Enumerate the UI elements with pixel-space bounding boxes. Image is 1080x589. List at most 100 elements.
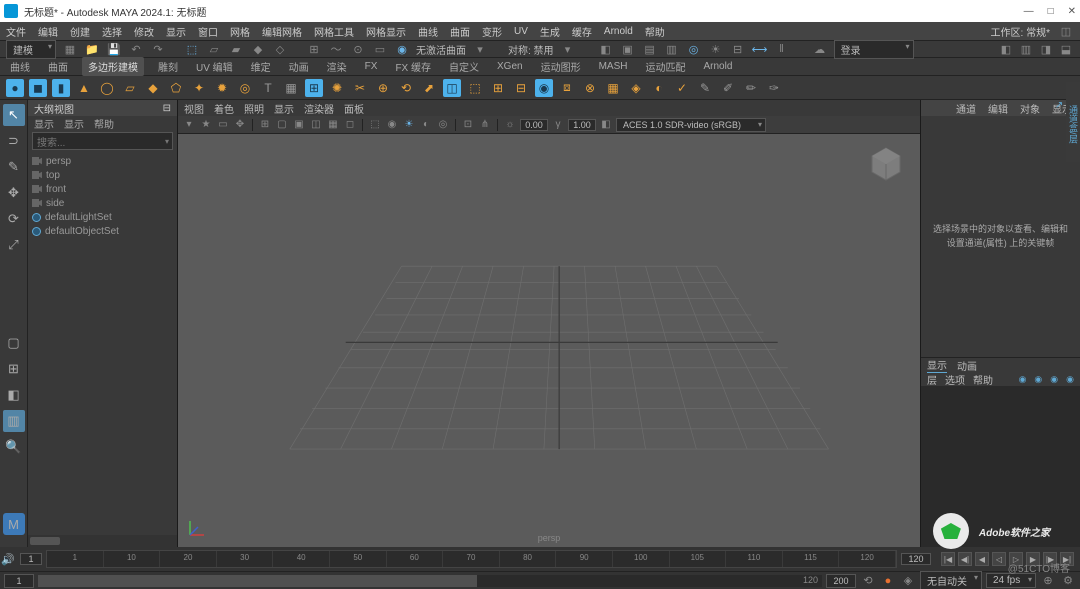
shelf-combine-icon[interactable]: ⊞ — [489, 79, 507, 97]
shelf-pipe-icon[interactable]: ◎ — [236, 79, 254, 97]
play-end-icon[interactable]: ▶| — [1060, 552, 1074, 566]
menu-mesh-tools[interactable]: 网格工具 — [314, 24, 354, 39]
vp-safe-action-icon[interactable]: ◻ — [343, 118, 357, 132]
save-scene-icon[interactable]: 💾 — [106, 41, 122, 57]
vp-field-chart-icon[interactable]: ▦ — [326, 118, 340, 132]
play-fwd-icon[interactable]: ▷ — [1009, 552, 1023, 566]
layout-four-icon[interactable]: ⊞ — [3, 358, 25, 380]
shelf-tab-anim[interactable]: 动画 — [285, 57, 313, 76]
vp-xray-icon[interactable]: ⊡ — [461, 118, 475, 132]
shelf-tab-sculpt[interactable]: 雕刻 — [154, 57, 182, 76]
viewport-canvas[interactable]: persp — [178, 134, 920, 547]
range-key-icon[interactable]: ● — [880, 573, 896, 589]
menu-create[interactable]: 创建 — [70, 24, 90, 39]
outliner-node-side[interactable]: side — [32, 196, 173, 210]
menu-mesh[interactable]: 网格 — [230, 24, 250, 39]
play-next-icon[interactable]: ▶ — [1026, 552, 1040, 566]
attr-tab-object[interactable]: 对象 — [1020, 101, 1040, 116]
minimize-icon[interactable]: — — [1024, 6, 1034, 17]
layer-vis2-icon[interactable]: ◉ — [1034, 374, 1042, 385]
range-loop-icon[interactable]: ⟲ — [860, 573, 876, 589]
outliner-tree[interactable]: persp top front side defaultLightSet def… — [28, 152, 177, 535]
side-tab-strip[interactable]: 通道盒/层 — [1066, 82, 1080, 162]
vp-menu-lighting[interactable]: 照明 — [244, 101, 264, 116]
range-sync-icon[interactable]: ⊕ — [1040, 573, 1056, 589]
sel-face-icon[interactable]: ▰ — [228, 41, 244, 57]
shelf-bridge-icon[interactable]: ⬚ — [466, 79, 484, 97]
vp-bookmark-icon[interactable]: ★ — [199, 118, 213, 132]
menu-select[interactable]: 选择 — [102, 24, 122, 39]
vp-near-input[interactable]: 0.00 — [520, 119, 548, 131]
hypershade-icon[interactable]: ◎ — [686, 41, 702, 57]
outliner-hscrollbar[interactable] — [28, 535, 177, 547]
menu-generate[interactable]: 生成 — [540, 24, 560, 39]
lasso-tool-icon[interactable]: ⊃ — [3, 130, 25, 152]
layout-persp-icon[interactable]: ▥ — [3, 410, 25, 432]
layer-vis4-icon[interactable]: ◉ — [1066, 374, 1074, 385]
range-auto-icon[interactable]: ◈ — [900, 573, 916, 589]
chevron-down-icon[interactable]: ▾ — [472, 41, 488, 57]
menu-uv[interactable]: UV — [514, 26, 528, 37]
shelf-tab-motion[interactable]: 运动图形 — [537, 57, 585, 76]
account-dropdown[interactable]: 登录 — [834, 40, 914, 59]
vp-res-gate-icon[interactable]: ▣ — [292, 118, 306, 132]
panel-left-icon[interactable]: ◧ — [998, 41, 1014, 57]
shelf-extrude-icon[interactable]: ⬈ — [420, 79, 438, 97]
cloud-icon[interactable]: ☁ — [812, 41, 828, 57]
layer-list[interactable] — [921, 386, 1080, 547]
range-start-field[interactable]: 1 — [4, 574, 34, 588]
shelf-poly-cylinder-icon[interactable]: ▮ — [52, 79, 70, 97]
vp-gate-mask-icon[interactable]: ◫ — [309, 118, 323, 132]
vp-colorspace-dropdown[interactable]: ACES 1.0 SDR-video (sRGB) — [616, 118, 766, 132]
vp-menu-show[interactable]: 显示 — [274, 101, 294, 116]
render-settings-icon[interactable]: ▥ — [664, 41, 680, 57]
shelf-poly-cube-icon[interactable]: ◼ — [29, 79, 47, 97]
shelf-sculpt2-icon[interactable]: ✐ — [719, 79, 737, 97]
vp-exposure-icon[interactable]: ☼ — [503, 118, 517, 132]
panel-bot-icon[interactable]: ⬓ — [1058, 41, 1074, 57]
vp-menu-renderer[interactable]: 渲染器 — [304, 101, 334, 116]
vp-menu-shading[interactable]: 着色 — [214, 101, 234, 116]
timeline-track[interactable]: 1102030405060708090100105110115120 — [46, 550, 897, 568]
sel-uv-icon[interactable]: ◇ — [272, 41, 288, 57]
shelf-poly-cone-icon[interactable]: ▲ — [75, 79, 93, 97]
panel-right-icon[interactable]: ◨ — [1038, 41, 1054, 57]
shelf-tab-fxcache[interactable]: FX 缓存 — [391, 57, 435, 76]
vp-xray-joints-icon[interactable]: ⋔ — [478, 118, 492, 132]
workspace-label[interactable]: 工作区: 常规* — [991, 24, 1050, 39]
layer-menu-opts[interactable]: 选项 — [945, 372, 965, 387]
viewcube-icon[interactable] — [866, 144, 906, 184]
search-icon[interactable]: 🔍 — [3, 436, 25, 458]
layer-menu-layer[interactable]: 层 — [927, 372, 937, 387]
shelf-type-icon[interactable]: T — [259, 79, 277, 97]
shelf-bevel-icon[interactable]: ◫ — [443, 79, 461, 97]
vp-shadows-icon[interactable]: ◐ — [419, 118, 433, 132]
layer-menu-help[interactable]: 帮助 — [973, 372, 993, 387]
layer-tab-anim[interactable]: 动画 — [957, 358, 977, 373]
vp-select-cam-icon[interactable]: ▾ — [182, 118, 196, 132]
vp-gamma-icon[interactable]: γ — [551, 118, 565, 132]
shelf-gear-icon[interactable]: ✹ — [213, 79, 231, 97]
menu-arnold[interactable]: Arnold — [604, 26, 633, 37]
snap-point-icon[interactable]: ⊙ — [350, 41, 366, 57]
menu-help[interactable]: 帮助 — [645, 24, 665, 39]
range-max-field[interactable]: 200 — [826, 574, 856, 588]
attr-pop-icon[interactable]: ↗ — [1055, 100, 1063, 111]
render-setup-icon[interactable]: ⊟ — [730, 41, 746, 57]
construction-history-icon[interactable]: ◧ — [598, 41, 614, 57]
vp-lights-icon[interactable]: ☀ — [402, 118, 416, 132]
panel-mid-icon[interactable]: ▥ — [1018, 41, 1034, 57]
shelf-clean-icon[interactable]: ✓ — [673, 79, 691, 97]
shelf-boolean-icon[interactable]: ⊗ — [581, 79, 599, 97]
menu-curve[interactable]: 曲线 — [418, 24, 438, 39]
layer-vis3-icon[interactable]: ◉ — [1050, 374, 1058, 385]
vp-wireframe-icon[interactable]: ⬚ — [368, 118, 382, 132]
outliner-node-front[interactable]: front — [32, 182, 173, 196]
ipr-render-icon[interactable]: ▤ — [642, 41, 658, 57]
close-icon[interactable]: ✕ — [1068, 6, 1076, 17]
shelf-poly-sphere-icon[interactable]: ● — [6, 79, 24, 97]
menu-mesh-display[interactable]: 网格显示 — [366, 24, 406, 39]
autokey-dropdown[interactable]: 无自动关 — [920, 571, 982, 589]
open-scene-icon[interactable]: 📁 — [84, 41, 100, 57]
select-tool-icon[interactable]: ↖ — [3, 104, 25, 126]
